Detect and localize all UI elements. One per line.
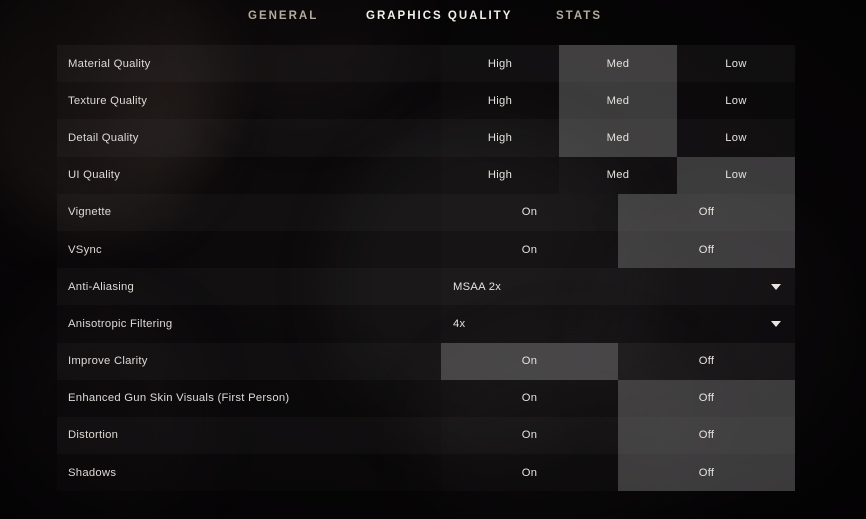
option-shadows-on[interactable]: On bbox=[441, 454, 618, 491]
dropdown-value: MSAA 2x bbox=[453, 280, 502, 293]
setting-control: On Off bbox=[441, 379, 795, 417]
setting-row-shadows: Shadows On Off bbox=[57, 454, 795, 492]
setting-label: Material Quality bbox=[68, 57, 151, 70]
option-vignette-on[interactable]: On bbox=[441, 194, 618, 231]
game-settings-screen: GENERAL GRAPHICS QUALITY STATS Material … bbox=[0, 0, 866, 519]
setting-label: Improve Clarity bbox=[68, 355, 148, 368]
settings-list: Material Quality High Med Low Texture Qualit… bbox=[57, 45, 795, 492]
setting-control: High Med Low bbox=[441, 45, 795, 83]
option-distortion-off[interactable]: Off bbox=[618, 416, 795, 455]
tab-stats[interactable]: STATS bbox=[556, 10, 602, 22]
setting-label: UI Quality bbox=[68, 169, 121, 182]
option-distortion-on[interactable]: On bbox=[441, 417, 618, 454]
setting-label: Shadows bbox=[68, 466, 117, 479]
setting-label: Distortion bbox=[68, 429, 119, 442]
dropdown-value: 4x bbox=[453, 317, 466, 330]
option-texture-quality-low[interactable]: Low bbox=[677, 82, 795, 119]
setting-row-vignette: Vignette On Off bbox=[57, 193, 795, 231]
setting-control: 4x bbox=[441, 305, 795, 342]
option-shadows-off[interactable]: Off bbox=[618, 454, 795, 492]
setting-control: MSAA 2x bbox=[441, 268, 795, 305]
setting-control: On Off bbox=[441, 416, 795, 455]
option-improve-clarity-off[interactable]: Off bbox=[618, 343, 795, 380]
setting-control: On Off bbox=[441, 230, 795, 269]
setting-row-anisotropic-filtering: Anisotropic Filtering 4x bbox=[57, 305, 795, 342]
option-ui-quality-high[interactable]: High bbox=[441, 157, 559, 194]
option-material-quality-low[interactable]: Low bbox=[677, 45, 795, 82]
setting-row-detail-quality: Detail Quality High Med Low bbox=[57, 119, 795, 157]
option-ui-quality-low[interactable]: Low bbox=[677, 156, 795, 194]
setting-label: VSync bbox=[68, 243, 102, 256]
dropdown-anti-aliasing[interactable]: MSAA 2x bbox=[441, 268, 795, 305]
dropdown-anisotropic-filtering[interactable]: 4x bbox=[441, 305, 795, 342]
option-material-quality-high[interactable]: High bbox=[441, 45, 559, 82]
settings-tab-bar: GENERAL GRAPHICS QUALITY STATS bbox=[0, 0, 866, 40]
setting-control: On Off bbox=[441, 193, 795, 231]
option-vsync-off[interactable]: Off bbox=[618, 230, 795, 269]
option-enhanced-gun-skin-visuals-first-person-on[interactable]: On bbox=[441, 380, 618, 417]
setting-label: Anti-Aliasing bbox=[68, 280, 135, 293]
setting-label: Enhanced Gun Skin Visuals (First Person) bbox=[68, 392, 290, 405]
option-improve-clarity-on[interactable]: On bbox=[441, 342, 618, 380]
setting-control: High Med Low bbox=[441, 119, 795, 157]
option-enhanced-gun-skin-visuals-first-person-off[interactable]: Off bbox=[618, 379, 795, 417]
setting-label: Vignette bbox=[68, 206, 112, 219]
option-texture-quality-high[interactable]: High bbox=[441, 82, 559, 119]
setting-control: High Med Low bbox=[441, 82, 795, 120]
option-detail-quality-med[interactable]: Med bbox=[559, 119, 677, 157]
option-vsync-on[interactable]: On bbox=[441, 231, 618, 268]
option-detail-quality-low[interactable]: Low bbox=[677, 119, 795, 156]
setting-label: Texture Quality bbox=[68, 94, 148, 107]
chevron-down-icon bbox=[771, 283, 781, 290]
option-vignette-off[interactable]: Off bbox=[618, 193, 795, 231]
tab-general[interactable]: GENERAL bbox=[248, 10, 318, 22]
setting-label: Detail Quality bbox=[68, 131, 139, 144]
setting-row-material-quality: Material Quality High Med Low bbox=[57, 45, 795, 83]
setting-row-improve-clarity: Improve Clarity On Off bbox=[57, 342, 795, 380]
setting-control: On Off bbox=[441, 454, 795, 492]
setting-control: High Med Low bbox=[441, 156, 795, 194]
setting-label: Anisotropic Filtering bbox=[68, 317, 173, 330]
setting-row-texture-quality: Texture Quality High Med Low bbox=[57, 82, 795, 120]
setting-row-enhanced-gun-skin-visuals-first-person: Enhanced Gun Skin Visuals (First Person)… bbox=[57, 379, 795, 417]
setting-row-vsync: VSync On Off bbox=[57, 230, 795, 269]
option-material-quality-med[interactable]: Med bbox=[559, 45, 677, 83]
option-texture-quality-med[interactable]: Med bbox=[559, 82, 677, 120]
setting-row-distortion: Distortion On Off bbox=[57, 416, 795, 455]
setting-row-ui-quality: UI Quality High Med Low bbox=[57, 156, 795, 194]
tab-graphics-quality[interactable]: GRAPHICS QUALITY bbox=[366, 10, 512, 22]
setting-row-anti-aliasing: Anti-Aliasing MSAA 2x bbox=[57, 268, 795, 306]
option-ui-quality-med[interactable]: Med bbox=[559, 157, 677, 194]
setting-control: On Off bbox=[441, 342, 795, 380]
chevron-down-icon bbox=[771, 320, 781, 327]
option-detail-quality-high[interactable]: High bbox=[441, 119, 559, 156]
